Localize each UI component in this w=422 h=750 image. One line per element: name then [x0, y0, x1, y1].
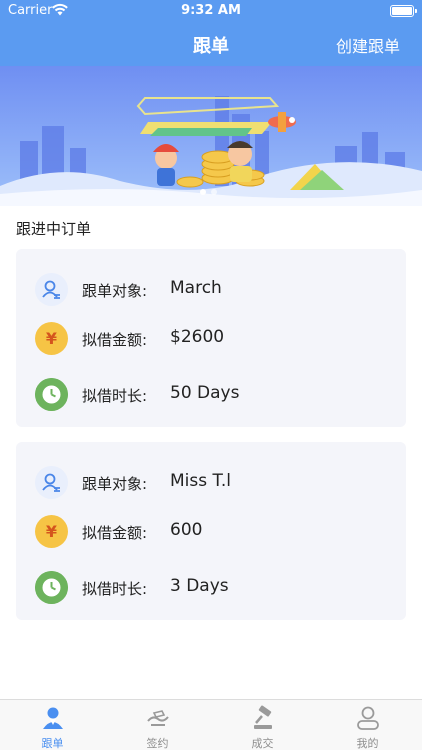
tab-follow[interactable]: 跟单: [0, 700, 105, 750]
target-label: 跟单对象:: [82, 475, 148, 493]
yen-icon: ¥: [35, 322, 68, 355]
order-card[interactable]: 跟单对象: March ¥ 拟借金额: $2600 拟借时长: 50 Days: [16, 249, 406, 427]
clock-icon: [35, 378, 68, 411]
sign-tab-icon: [147, 710, 169, 726]
promo-banner[interactable]: [0, 66, 422, 206]
amount-label: 拟借金额:: [82, 524, 148, 542]
create-order-button[interactable]: 创建跟单: [336, 33, 400, 57]
amount-row: ¥ 拟借金额: $2600: [16, 319, 406, 359]
clock-icon: [35, 571, 68, 604]
target-value: Miss T.l: [170, 471, 232, 491]
navigation-bar: 跟单 创建跟单: [0, 22, 422, 66]
yen-icon: ¥: [35, 515, 68, 548]
duration-value: 3 Days: [170, 576, 229, 596]
target-value: March: [170, 278, 222, 298]
duration-row: 拟借时长: 3 Days: [16, 568, 406, 608]
amount-value: $2600: [170, 327, 225, 347]
target-label: 跟单对象:: [82, 282, 148, 300]
order-card[interactable]: 跟单对象: Miss T.l ¥ 拟借金额: 600 拟借时长: 3 Days: [16, 442, 406, 620]
gavel-tab-icon: [254, 705, 272, 729]
tab-bar: 跟单 签约 成交 我的: [0, 699, 422, 750]
battery-icon: [390, 5, 417, 17]
duration-label: 拟借时长:: [82, 580, 148, 598]
amount-row: ¥ 拟借金额: 600: [16, 512, 406, 552]
status-bar: Carrier 9:32 AM: [0, 0, 422, 22]
duration-row: 拟借时长: 50 Days: [16, 375, 406, 415]
tab-deal-label: 成交: [251, 737, 274, 750]
amount-value: 600: [170, 520, 203, 540]
target-row: 跟单对象: March: [16, 270, 406, 310]
tab-follow-label: 跟单: [41, 737, 64, 750]
duration-label: 拟借时长:: [82, 387, 148, 405]
tab-mine-label: 我的: [356, 737, 379, 750]
duration-value: 50 Days: [170, 383, 240, 403]
profile-tab-icon: [357, 706, 379, 730]
user-tab-icon: [43, 707, 63, 729]
tab-sign-label: 签约: [146, 737, 169, 750]
section-title: 跟进中订单: [16, 220, 92, 238]
tab-deal[interactable]: 成交: [210, 700, 315, 750]
banner-illustration: [0, 66, 422, 206]
user-icon: [35, 273, 68, 306]
amount-label: 拟借金额:: [82, 331, 148, 349]
target-row: 跟单对象: Miss T.l: [16, 463, 406, 503]
tab-mine[interactable]: 我的: [315, 700, 420, 750]
clock-time: 9:32 AM: [181, 3, 241, 18]
user-icon: [35, 466, 68, 499]
tab-sign[interactable]: 签约: [105, 700, 210, 750]
